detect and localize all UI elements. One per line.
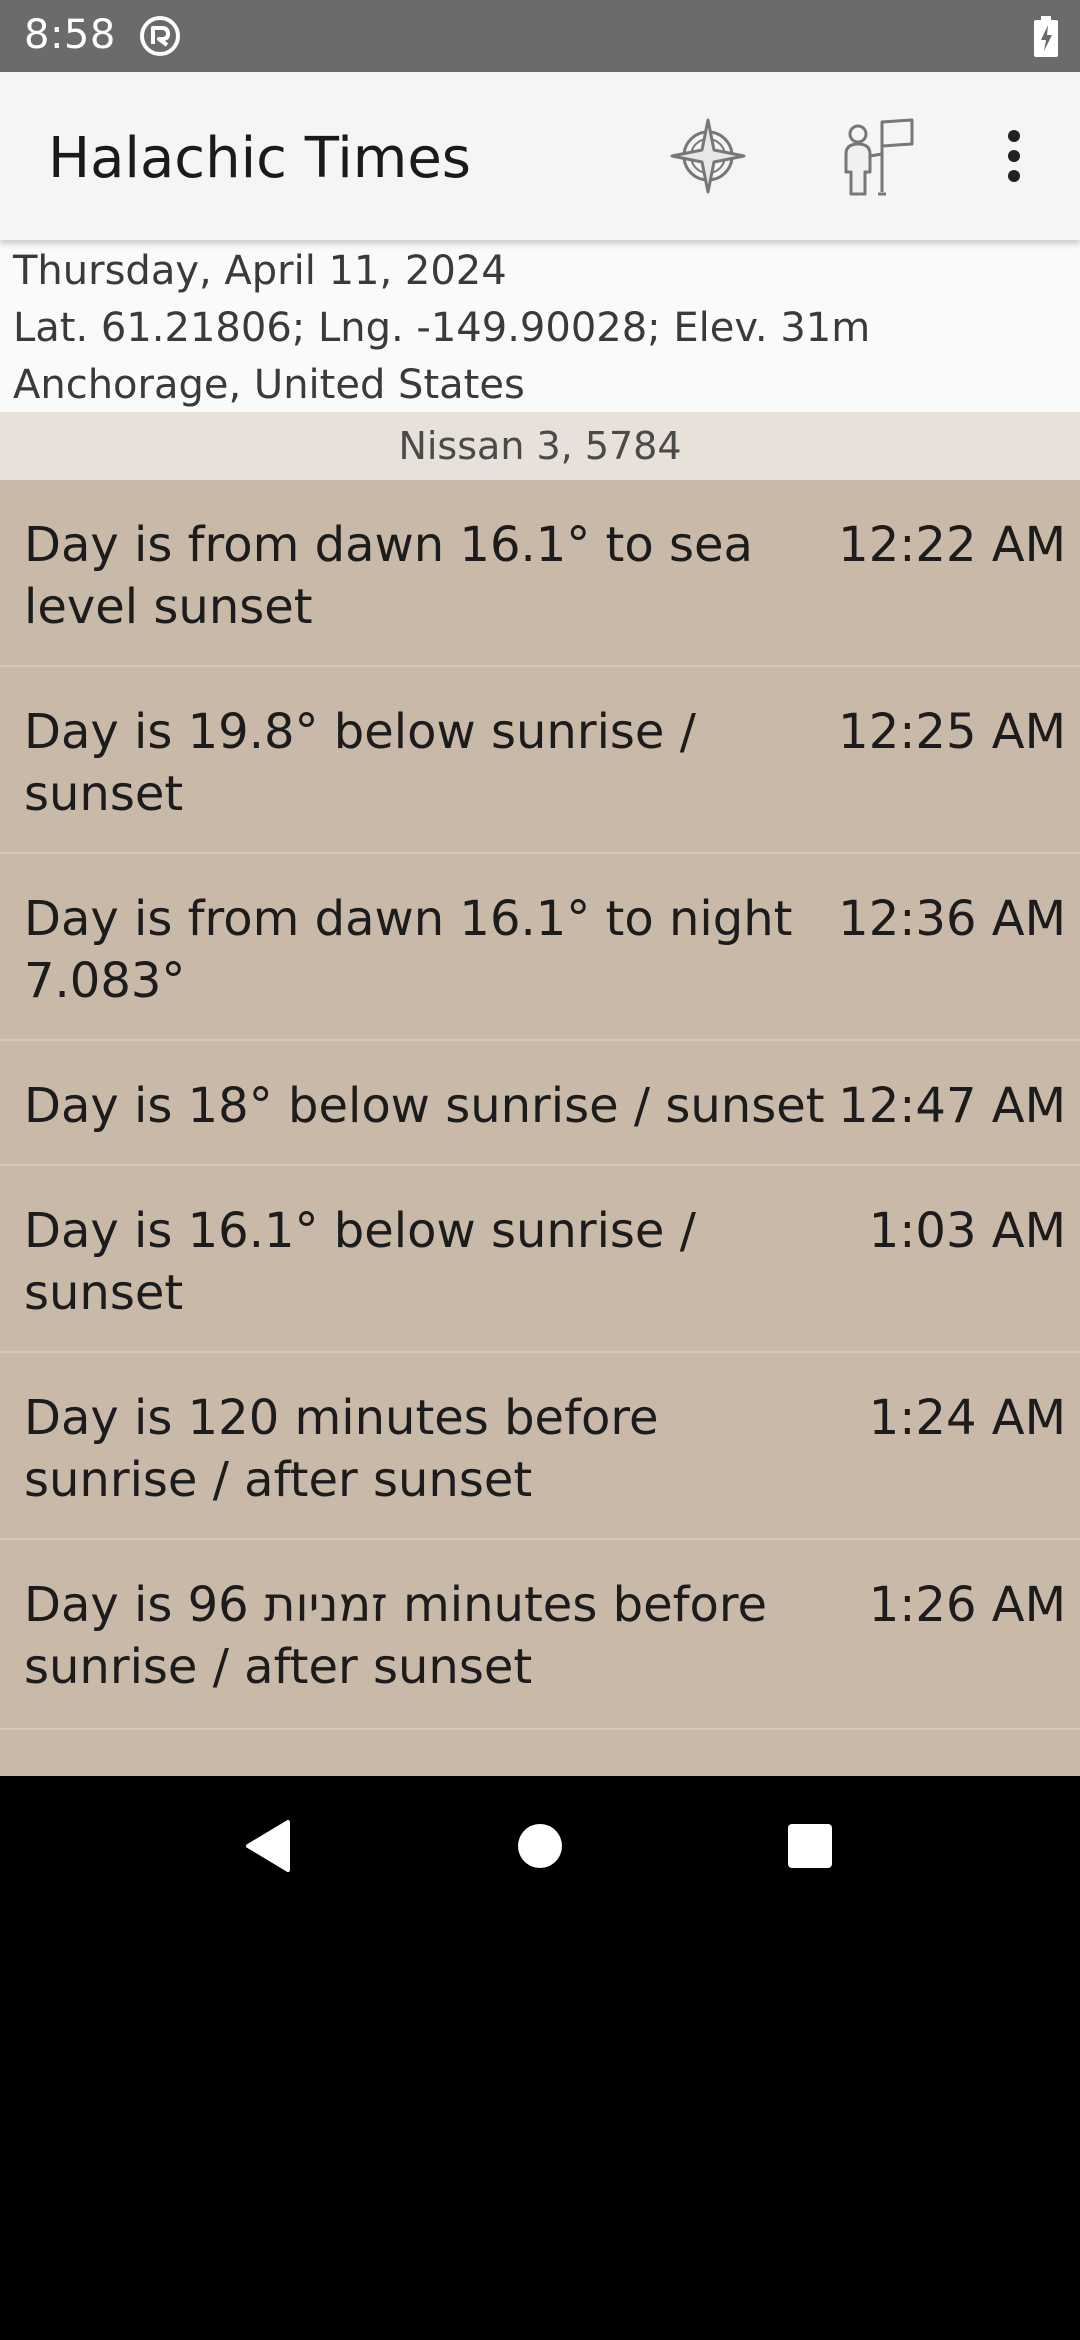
more-vert-icon[interactable]: [974, 114, 1054, 198]
item-label: Day is 18° below sunrise / sunset: [24, 1078, 825, 1134]
list-item[interactable]: Day is 19.8° below sunrise / sunset 12:2…: [0, 667, 1080, 854]
recents-icon[interactable]: [778, 1814, 842, 1878]
app-bar: Halachic Times: [0, 72, 1080, 240]
item-label: Day is 120 minutes before sunrise / afte…: [24, 1390, 659, 1508]
app-title: Halachic Times: [48, 126, 471, 191]
item-time: 12:22 AM: [838, 517, 1066, 573]
battery-charging-icon: [1032, 16, 1060, 58]
list-item[interactable]: Day is 16.1° below sunrise / sunset 1:03…: [0, 1166, 1080, 1353]
cast-icon: [138, 14, 182, 58]
hebrew-date: Nissan 3, 5784: [0, 412, 1080, 480]
location-header: Thursday, April 11, 2024 Lat. 61.21806; …: [0, 240, 1080, 412]
times-list[interactable]: Day is from dawn 16.1° to sea level suns…: [0, 480, 1080, 1776]
compass-icon[interactable]: [666, 114, 750, 198]
item-label: Day is 16.1° below sunrise / sunset: [24, 1203, 696, 1321]
list-item[interactable]: Day is 96 זמניות minutes before sunrise …: [0, 1540, 1080, 1730]
status-time: 8:58: [24, 12, 116, 58]
header-date: Thursday, April 11, 2024: [13, 248, 507, 294]
list-item[interactable]: Day is 120 minutes before sunrise / afte…: [0, 1353, 1080, 1540]
status-bar: 8:58: [0, 0, 1080, 72]
item-label: Day is 96 זמניות minutes before sunrise …: [24, 1577, 768, 1695]
item-time: 12:36 AM: [838, 891, 1066, 947]
item-label: Day is 19.8° below sunrise / sunset: [24, 704, 696, 822]
item-time: 1:24 AM: [868, 1390, 1066, 1446]
item-time: 1:26 AM: [868, 1577, 1066, 1633]
back-icon[interactable]: [236, 1814, 300, 1878]
item-time: 12:47 AM: [838, 1078, 1066, 1134]
list-item-partial[interactable]: [0, 1730, 1080, 1776]
location-icon[interactable]: [836, 114, 920, 198]
list-item[interactable]: Day is from dawn 16.1° to night 7.083° 1…: [0, 854, 1080, 1041]
item-time: 12:25 AM: [838, 704, 1066, 760]
item-time: 1:03 AM: [868, 1203, 1066, 1259]
list-item[interactable]: Day is 18° below sunrise / sunset 12:47 …: [0, 1041, 1080, 1166]
home-icon[interactable]: [508, 1814, 572, 1878]
list-item[interactable]: Day is from dawn 16.1° to sea level suns…: [0, 480, 1080, 667]
header-coordinates: Lat. 61.21806; Lng. -149.90028; Elev. 31…: [13, 305, 871, 351]
header-place: Anchorage, United States: [13, 362, 525, 408]
item-label: Day is from dawn 16.1° to night 7.083°: [24, 891, 793, 1009]
item-label: Day is from dawn 16.1° to sea level suns…: [24, 517, 753, 635]
navigation-bar: [0, 1776, 1080, 1916]
